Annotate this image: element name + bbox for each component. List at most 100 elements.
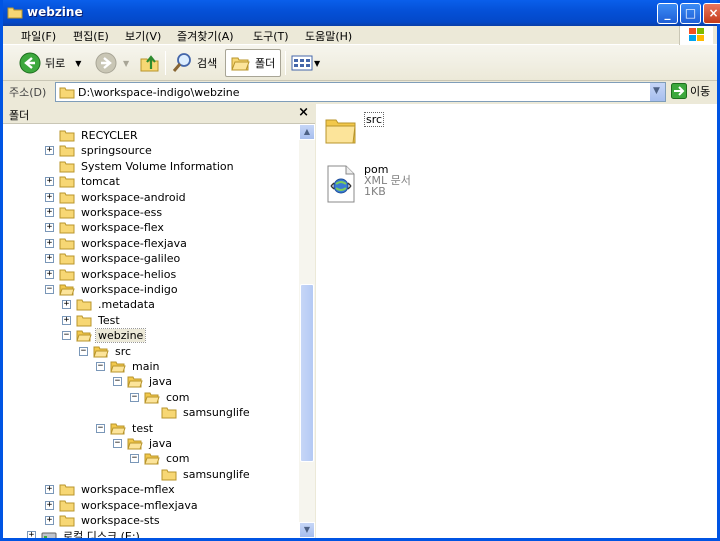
- expand-icon[interactable]: +: [27, 531, 36, 538]
- file-item-pom[interactable]: pom XML 문서 1KB: [324, 164, 411, 204]
- tree-node[interactable]: − workspace-indigo: [45, 282, 180, 297]
- collapse-icon[interactable]: −: [130, 454, 139, 464]
- folder-icon: [76, 330, 92, 342]
- title-bar[interactable]: webzine _ □ ×: [3, 0, 720, 26]
- back-dropdown-icon[interactable]: ▼: [75, 59, 81, 68]
- collapse-icon[interactable]: −: [79, 346, 88, 356]
- expand-icon[interactable]: +: [45, 485, 54, 495]
- file-item-src[interactable]: src: [324, 112, 385, 146]
- expand-icon[interactable]: +: [45, 208, 54, 217]
- tree-node[interactable]: + .metadata: [62, 297, 157, 312]
- address-dropdown-button[interactable]: ▼: [649, 83, 665, 101]
- file-list-pane[interactable]: src pom XML 문서 1KB: [316, 104, 717, 538]
- collapse-icon[interactable]: −: [130, 392, 139, 402]
- drive-icon: [41, 532, 57, 538]
- collapse-icon[interactable]: −: [62, 331, 71, 341]
- expand-icon[interactable]: +: [45, 516, 54, 525]
- tree-node-label: Test: [98, 313, 120, 327]
- menu-tools[interactable]: 도구(T): [253, 28, 289, 44]
- expand-icon[interactable]: +: [45, 146, 54, 156]
- tree-node[interactable]: − src: [79, 344, 133, 359]
- tree-node-label: samsunglife: [183, 406, 250, 420]
- toolbar-separator: [285, 51, 286, 75]
- expand-icon[interactable]: +: [62, 315, 71, 325]
- tree-node[interactable]: − com: [130, 390, 192, 405]
- back-label: 뒤로: [45, 57, 66, 70]
- expand-icon[interactable]: +: [62, 300, 71, 310]
- folder-tree[interactable]: RECYCLER + springsource System Volume Infor…: [3, 124, 299, 538]
- scroll-up-button[interactable]: ▲: [299, 124, 315, 140]
- expand-icon[interactable]: +: [45, 238, 54, 248]
- folder-icon: [127, 376, 143, 388]
- maximize-button[interactable]: □: [680, 3, 701, 24]
- tree-node[interactable]: + workspace-sts: [45, 513, 162, 528]
- collapse-icon[interactable]: −: [96, 423, 105, 433]
- scroll-down-button[interactable]: ▼: [299, 522, 315, 538]
- tree-node[interactable]: + workspace-flexjava: [45, 236, 189, 251]
- forward-button[interactable]: ▼: [95, 49, 129, 77]
- tree-node[interactable]: RECYCLER: [45, 128, 140, 143]
- menu-favorites[interactable]: 즐겨찾기(A): [177, 28, 234, 44]
- tree-node-label: webzine: [94, 328, 147, 344]
- expand-icon[interactable]: +: [45, 269, 54, 279]
- collapse-icon[interactable]: −: [96, 362, 105, 371]
- tree-node-label: 로컬 디스크 (E:): [63, 529, 140, 538]
- tree-node-label: .metadata: [98, 298, 155, 312]
- collapse-icon[interactable]: −: [113, 377, 122, 387]
- tree-node[interactable]: + workspace-mflex: [45, 482, 177, 497]
- tree-node[interactable]: + workspace-ess: [45, 205, 164, 220]
- menu-help[interactable]: 도움말(H): [305, 28, 352, 44]
- collapse-icon[interactable]: −: [113, 439, 122, 448]
- tree-node[interactable]: + Test: [62, 313, 122, 328]
- tree-node[interactable]: − test: [96, 421, 155, 436]
- menu-view[interactable]: 보기(V): [125, 28, 161, 44]
- tree-node[interactable]: + workspace-android: [45, 190, 188, 205]
- address-input[interactable]: D:\workspace-indigo\webzine ▼: [55, 82, 666, 102]
- folder-icon: [59, 161, 75, 173]
- scroll-thumb[interactable]: [300, 284, 314, 462]
- tree-node[interactable]: − com: [130, 451, 192, 466]
- expand-icon[interactable]: +: [45, 192, 54, 202]
- tree-node[interactable]: samsunglife: [147, 467, 252, 482]
- tree-node[interactable]: + workspace-galileo: [45, 251, 182, 266]
- tree-node[interactable]: + tomcat: [45, 174, 122, 189]
- expand-icon[interactable]: +: [45, 177, 54, 187]
- folder-icon: [59, 192, 75, 204]
- tree-node[interactable]: − webzine: [62, 328, 147, 344]
- tree-node[interactable]: samsunglife: [147, 405, 252, 420]
- up-folder-button[interactable]: [139, 49, 161, 77]
- views-button[interactable]: ▼: [291, 49, 320, 77]
- tree-node[interactable]: − main: [96, 359, 161, 374]
- tree-node[interactable]: + workspace-flex: [45, 220, 166, 235]
- minimize-button[interactable]: _: [657, 3, 678, 24]
- menu-edit[interactable]: 편집(E): [73, 28, 109, 44]
- tree-scrollbar[interactable]: ▲ ▼: [299, 124, 315, 538]
- explorer-window: webzine _ □ × 파일(F) 편집(E) 보기(V) 즐겨찾기(A) …: [0, 0, 720, 541]
- close-button[interactable]: ×: [703, 3, 720, 24]
- back-button[interactable]: 뒤로 ▼: [19, 49, 81, 77]
- forward-dropdown-icon[interactable]: ▼: [123, 59, 129, 68]
- tree-node[interactable]: + 로컬 디스크 (E:): [27, 528, 142, 538]
- tree-node[interactable]: − java: [113, 436, 174, 451]
- folders-pane-header: 폴더 ×: [3, 104, 315, 124]
- tree-node[interactable]: System Volume Information: [45, 159, 236, 174]
- menu-file[interactable]: 파일(F): [21, 28, 56, 44]
- tree-node[interactable]: + springsource: [45, 143, 154, 158]
- expand-icon[interactable]: +: [45, 223, 54, 233]
- expand-icon[interactable]: +: [45, 500, 54, 510]
- tree-node[interactable]: + workspace-mflexjava: [45, 498, 200, 513]
- xml-document-icon: [327, 165, 355, 203]
- tree-node[interactable]: + workspace-helios: [45, 267, 178, 282]
- folder-icon: [76, 299, 92, 311]
- views-dropdown-icon[interactable]: ▼: [314, 59, 320, 68]
- folders-pane-close-button[interactable]: ×: [298, 105, 309, 120]
- go-button[interactable]: 이동: [671, 83, 710, 99]
- folder-icon: [59, 87, 75, 99]
- expand-icon[interactable]: +: [45, 254, 54, 264]
- tree-node-label: workspace-sts: [81, 514, 160, 527]
- tree-node[interactable]: − java: [113, 374, 174, 389]
- tree-node-label: springsource: [81, 144, 152, 158]
- folders-button[interactable]: 폴더: [225, 49, 282, 77]
- search-button[interactable]: 검색: [171, 49, 217, 77]
- collapse-icon[interactable]: −: [45, 285, 54, 294]
